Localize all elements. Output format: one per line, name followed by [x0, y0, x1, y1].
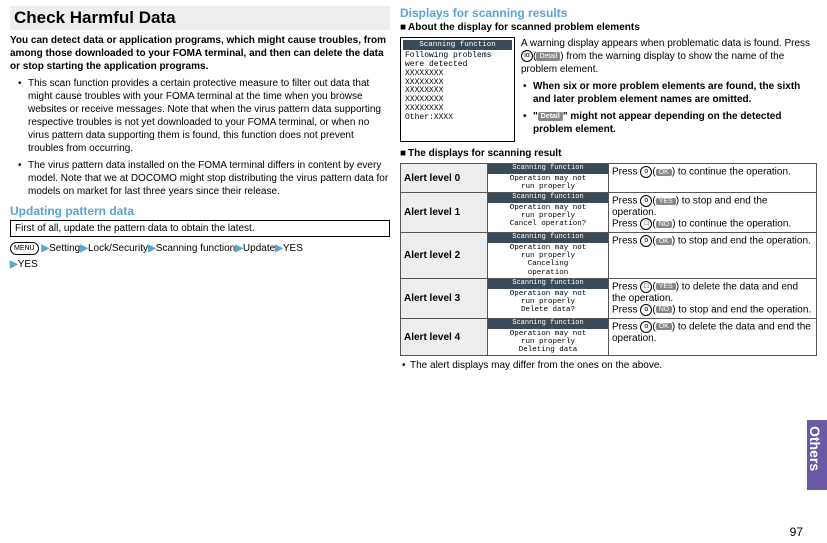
- path-arrow-icon: ▶: [148, 243, 156, 254]
- path-step: Update: [243, 243, 275, 254]
- path-arrow-icon: ▶: [235, 243, 243, 254]
- table-subheading: The displays for scanning result: [400, 148, 817, 159]
- alert-level-description: Press o(YES) to stop and end the operati…: [609, 193, 817, 233]
- lcd-body: Operation may not run properly Delete da…: [488, 289, 608, 316]
- about-text-b: from the warning display to show the nam…: [521, 51, 784, 75]
- path-step: YES: [283, 243, 303, 254]
- button-label: OK: [656, 323, 672, 330]
- alert-level-lcd: Scanning functionOperation may not run p…: [488, 193, 609, 233]
- side-tab-label: Others: [807, 420, 823, 471]
- intro-text: You can detect data or application progr…: [10, 34, 390, 73]
- lcd-body: Operation may not run properly: [488, 174, 608, 193]
- ir-button-icon: iα: [521, 50, 533, 62]
- button-icon: o: [640, 166, 652, 178]
- table-row: Alert level 4Scanning functionOperation …: [401, 318, 817, 355]
- alert-level-description: Press □(YES) to delete the data and end …: [609, 278, 817, 318]
- alert-level-table: Alert level 0Scanning functionOperation …: [400, 163, 817, 356]
- bullet-item: The virus pattern data installed on the …: [28, 159, 390, 198]
- path-step: Lock/Security: [88, 243, 148, 254]
- lcd-title: Scanning function: [403, 40, 512, 50]
- button-icon: o: [640, 304, 652, 316]
- lcd-title: Scanning function: [488, 164, 608, 174]
- button-icon: o: [640, 195, 652, 207]
- table-row: Alert level 2Scanning functionOperation …: [401, 233, 817, 279]
- about-text-a: A warning display appears when problemat…: [521, 38, 810, 49]
- feature-bullets: This scan function provides a certain pr…: [10, 77, 390, 198]
- lcd-title: Scanning function: [488, 319, 608, 329]
- update-note: First of all, update the pattern data to…: [10, 220, 390, 237]
- button-icon: □: [640, 218, 652, 230]
- button-label: OK: [656, 169, 672, 176]
- results-heading: Displays for scanning results: [400, 6, 817, 20]
- button-label: YES: [656, 283, 676, 290]
- button-icon: o: [640, 321, 652, 333]
- alert-level-lcd: Scanning functionOperation may not run p…: [488, 278, 609, 318]
- table-row: Alert level 3Scanning functionOperation …: [401, 278, 817, 318]
- detail-label: Detail: [538, 112, 563, 121]
- lcd-body: Operation may not run properly Deleting …: [488, 329, 608, 356]
- menu-path: MENU ▶Setting▶Lock/Security▶Scanning fun…: [10, 241, 390, 273]
- alert-level-name: Alert level 1: [401, 193, 488, 233]
- about-bullet: When six or more problem elements are fo…: [533, 80, 817, 106]
- alert-level-lcd: Scanning functionOperation may not run p…: [488, 233, 609, 279]
- alert-level-description: Press o(OK) to stop and end the operatio…: [609, 233, 817, 279]
- lcd-title: Scanning function: [488, 279, 608, 289]
- lcd-title: Scanning function: [488, 193, 608, 203]
- path-step: Scanning function: [156, 243, 236, 254]
- lcd-title: Scanning function: [488, 233, 608, 243]
- alert-level-lcd: Scanning functionOperation may not run p…: [488, 164, 609, 193]
- alert-level-description: Press o(OK) to continue the operation.: [609, 164, 817, 193]
- page-number: 97: [790, 525, 803, 539]
- footer-bullet: The alert displays may differ from the o…: [410, 360, 817, 371]
- button-label: OK: [656, 238, 672, 245]
- path-step: YES: [18, 259, 38, 270]
- alert-level-name: Alert level 4: [401, 318, 488, 355]
- button-icon: □: [640, 281, 652, 293]
- about-subheading: About the display for scanned problem el…: [400, 22, 817, 33]
- about-bullet: "Detail" might not appear depending on t…: [533, 110, 817, 136]
- alert-level-name: Alert level 0: [401, 164, 488, 193]
- button-icon: o: [640, 235, 652, 247]
- path-step: Setting: [49, 243, 80, 254]
- alert-level-name: Alert level 3: [401, 278, 488, 318]
- button-label: YES: [656, 198, 676, 205]
- lcd-body: Operation may not run properly Cancel op…: [488, 203, 608, 230]
- path-arrow-icon: ▶: [275, 243, 283, 254]
- lcd-screenshot: Scanning function Following problems wer…: [400, 37, 515, 142]
- alert-level-name: Alert level 2: [401, 233, 488, 279]
- lcd-body: Following problems were detected XXXXXXX…: [403, 52, 512, 122]
- bullet-item: This scan function provides a certain pr…: [28, 77, 390, 155]
- side-tab: Others: [807, 420, 827, 490]
- alert-level-description: Press o(OK) to delete the data and end t…: [609, 318, 817, 355]
- detail-label: Detail: [536, 52, 560, 61]
- lcd-body: Operation may not run properly Canceling…: [488, 243, 608, 278]
- table-row: Alert level 0Scanning functionOperation …: [401, 164, 817, 193]
- alert-level-lcd: Scanning functionOperation may not run p…: [488, 318, 609, 355]
- button-label: NO: [656, 221, 673, 228]
- table-row: Alert level 1Scanning functionOperation …: [401, 193, 817, 233]
- path-arrow-icon: ▶: [41, 243, 49, 254]
- menu-icon: MENU: [10, 242, 39, 255]
- path-arrow-icon: ▶: [80, 243, 88, 254]
- update-heading: Updating pattern data: [10, 204, 390, 218]
- path-arrow-icon: ▶: [10, 259, 18, 270]
- button-label: NO: [656, 306, 673, 313]
- section-title: Check Harmful Data: [10, 6, 390, 30]
